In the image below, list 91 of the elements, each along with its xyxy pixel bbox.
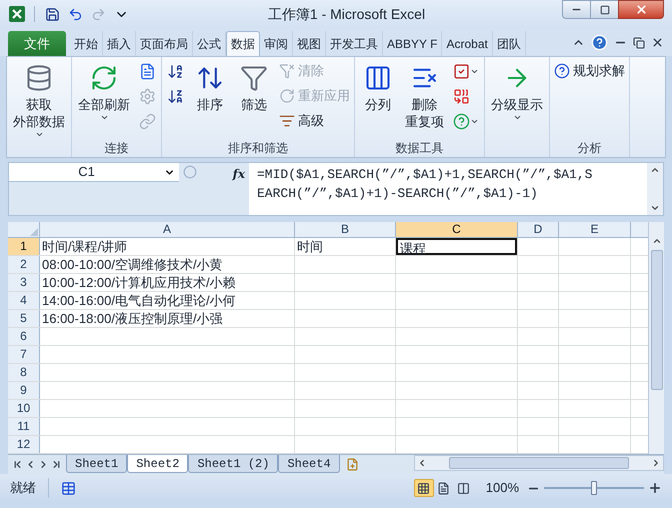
table-cell[interactable]: 08:00-10:00/空调维修技术/小黄 — [40, 256, 225, 273]
filter-clear-icon — [279, 63, 295, 79]
checkbox-icon — [453, 62, 470, 80]
row-header[interactable]: 8 — [8, 364, 40, 381]
filter-icon — [240, 64, 268, 92]
columns-icon — [457, 482, 470, 494]
sheet-tab[interactable]: Sheet2 — [127, 455, 188, 473]
slider-thumb[interactable] — [591, 481, 597, 495]
grid-icon — [417, 482, 430, 494]
ribbon-button[interactable]: 分列 — [359, 60, 397, 113]
new-sheet-icon — [346, 458, 359, 470]
filter-list-icon — [279, 113, 295, 129]
scrollbar[interactable] — [414, 455, 664, 471]
row-header[interactable]: 7 — [8, 346, 40, 363]
database-icon — [25, 64, 53, 92]
status-text: 就绪 — [10, 478, 49, 498]
window-title: 工作簿1 - Microsoft Excel — [266, 4, 426, 24]
column-header[interactable]: A — [40, 222, 295, 237]
help-icon[interactable] — [591, 34, 608, 51]
columns-icon — [364, 64, 392, 92]
ribbon-button[interactable]: 规划求解 — [554, 60, 625, 82]
refresh-icon — [90, 64, 118, 92]
settings-icon — [139, 88, 156, 104]
ribbon-tab[interactable]: 数据 — [226, 31, 260, 56]
close-icon — [634, 3, 648, 16]
caret-icon — [512, 113, 522, 122]
row-header[interactable]: 9 — [8, 382, 40, 399]
ribbon-button[interactable]: 高级 — [279, 110, 350, 132]
zoom-level[interactable]: 100% — [486, 478, 519, 498]
table-cell[interactable]: 时间 — [295, 238, 325, 255]
group-label: 排序和筛选 — [228, 141, 288, 155]
group-label: 连接 — [104, 141, 128, 155]
column-header[interactable]: E — [559, 222, 631, 237]
ribbon-button[interactable]: 排序 — [191, 60, 229, 113]
ribbon-button[interactable]: 分级显示 — [489, 60, 545, 122]
row-header[interactable]: 3 — [8, 274, 40, 291]
scroll-left-icon[interactable] — [417, 458, 427, 468]
ribbon-button[interactable]: 筛选 — [235, 60, 273, 113]
table-cell[interactable]: 14:00-16:00/电气自动化理论/小何 — [40, 292, 238, 309]
row-header[interactable]: 11 — [8, 418, 40, 435]
first-sheet-icon[interactable] — [12, 458, 23, 470]
sort-ascending-icon — [167, 62, 184, 80]
caret-icon — [100, 113, 108, 122]
column-header[interactable]: D — [518, 222, 559, 237]
sheet-tab[interactable]: Sheet4 — [278, 455, 340, 473]
row-header[interactable]: 6 — [8, 328, 40, 345]
maximize-icon — [600, 4, 610, 14]
column-header[interactable]: C — [396, 222, 518, 237]
zoom-slider[interactable] — [544, 481, 644, 495]
sort-descending-icon — [167, 88, 184, 104]
redo-icon — [91, 6, 106, 22]
spreadsheet-logo-icon[interactable] — [8, 5, 26, 23]
grid-view-button[interactable] — [414, 479, 434, 497]
row-header[interactable]: 12 — [8, 436, 40, 453]
row-header[interactable]: 2 — [8, 256, 40, 273]
table-cell[interactable]: 课程 — [396, 238, 517, 255]
save-icon — [45, 6, 60, 22]
caret-icon — [34, 130, 44, 139]
row-header[interactable]: 10 — [8, 400, 40, 417]
row-header[interactable]: 4 — [8, 292, 40, 309]
table-cell[interactable]: 16:00-18:00/液压控制原理/小强 — [40, 310, 225, 327]
last-sheet-icon[interactable] — [51, 458, 62, 470]
scrollbar[interactable] — [648, 222, 664, 454]
question-icon — [554, 63, 570, 79]
macro-record-icon[interactable] — [61, 480, 76, 496]
sheet-tab[interactable]: Sheet1 — [66, 455, 128, 473]
restore-icon[interactable] — [633, 36, 645, 48]
group-label: 分析 — [578, 141, 602, 155]
ribbon-button[interactable]: 删除 重复项 — [403, 60, 446, 130]
table-cell[interactable]: 时间/课程/讲师 — [40, 238, 130, 255]
refresh-icon — [279, 88, 295, 104]
row-header[interactable]: 1 — [8, 238, 40, 255]
file-tab[interactable]: 文件 — [8, 31, 66, 56]
ribbon-button[interactable]: 获取 外部数据 — [11, 60, 67, 139]
sheet-tab[interactable]: Sheet1 (2) — [188, 455, 278, 473]
close-button[interactable] — [618, 0, 664, 19]
combine-icon — [453, 88, 470, 104]
question-icon — [453, 112, 470, 130]
row-header[interactable]: 5 — [8, 310, 40, 327]
scroll-up-icon[interactable] — [652, 236, 662, 246]
document-icon — [139, 62, 156, 80]
page-icon — [437, 482, 450, 494]
group-label: 数据工具 — [396, 141, 444, 155]
scroll-right-icon[interactable] — [651, 458, 661, 468]
close-icon[interactable] — [651, 36, 664, 49]
table-cell[interactable]: 10:00-12:00/计算机应用技术/小赖 — [40, 274, 238, 291]
ribbon-button[interactable]: 全部刷新 — [76, 60, 132, 122]
maximize-button[interactable] — [591, 0, 618, 19]
link-icon — [139, 112, 156, 130]
undo-icon — [68, 6, 83, 22]
zoom-in-icon[interactable] — [648, 481, 662, 495]
